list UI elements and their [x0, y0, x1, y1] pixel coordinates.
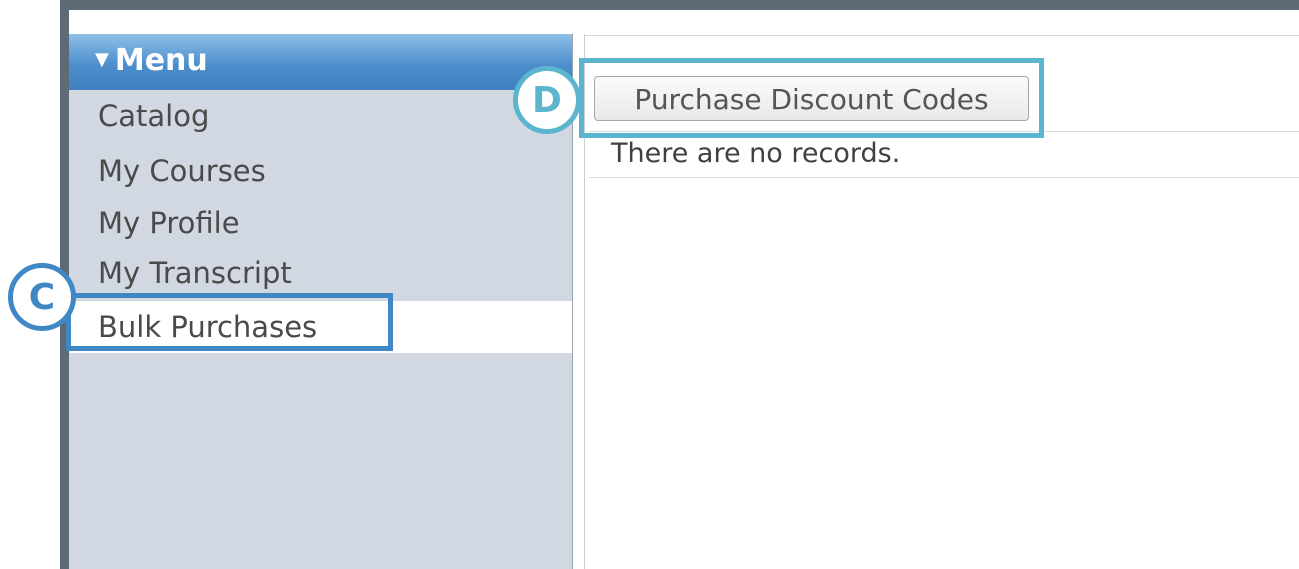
sidebar-item-my-courses[interactable]: My Courses [69, 145, 572, 197]
sidebar-item-my-profile[interactable]: My Profile [69, 197, 572, 249]
annotation-box-c [66, 293, 393, 351]
window-frame-top [60, 0, 1299, 10]
sidebar-item-my-transcript[interactable]: My Transcript [69, 247, 572, 299]
annotation-callout-d: D [513, 66, 581, 134]
menu-header[interactable]: ▼ Menu [69, 34, 572, 90]
menu-header-label: Menu [114, 43, 208, 78]
collapse-triangle-icon: ▼ [95, 49, 109, 70]
sidebar-item-catalog[interactable]: Catalog [69, 90, 572, 142]
empty-records-message: There are no records. [589, 131, 1299, 178]
annotation-callout-c: C [8, 263, 76, 331]
annotation-box-d [579, 58, 1044, 138]
content-top-border [585, 35, 1299, 36]
window-top-gap [69, 10, 1299, 34]
